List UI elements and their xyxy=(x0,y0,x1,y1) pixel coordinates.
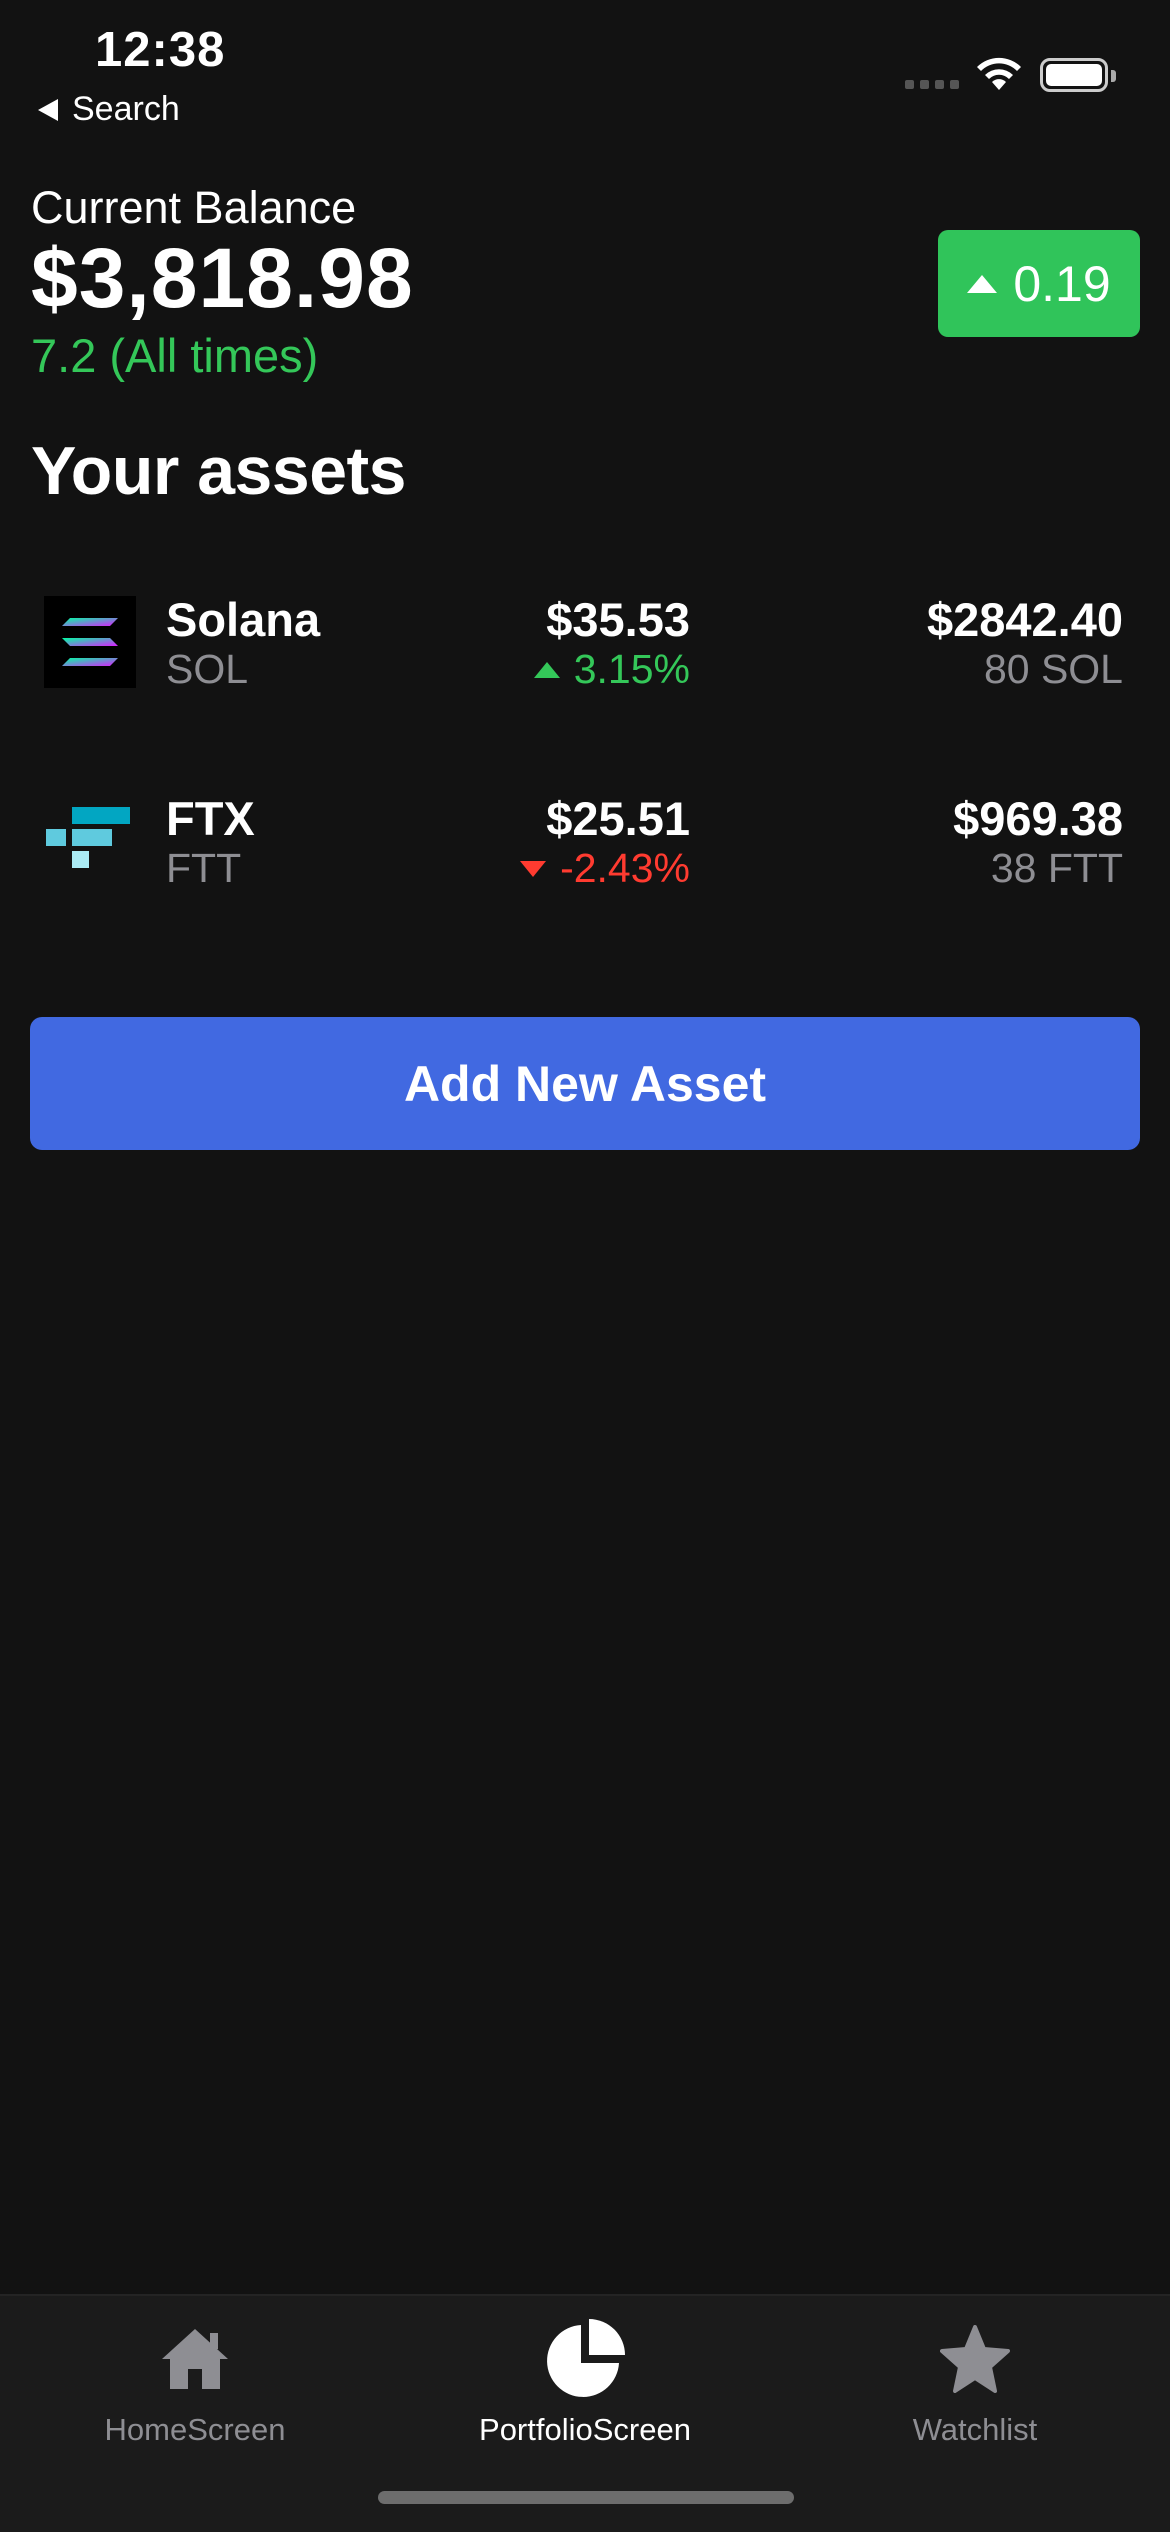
all-time-change: 7.2 (All times) xyxy=(31,329,319,382)
cellular-signal-icon xyxy=(905,80,959,89)
home-indicator[interactable] xyxy=(378,2491,794,2504)
balance-change-badge: 0.19 xyxy=(938,230,1140,337)
asset-name: Solana xyxy=(166,593,321,646)
add-new-asset-button[interactable]: Add New Asset xyxy=(30,1017,1140,1150)
arrow-down-icon xyxy=(520,860,547,877)
asset-change-value: 3.15% xyxy=(573,646,690,692)
tab-label: HomeScreen xyxy=(104,2412,286,2447)
asset-quantity: 80 SOL xyxy=(983,646,1123,692)
asset-change: -2.43% xyxy=(520,845,690,892)
asset-quantity: 38 FTT xyxy=(990,845,1123,891)
wifi-icon xyxy=(977,57,1021,90)
asset-row-ftx[interactable]: FTX FTT $25.51 -2.43% $969.38 38 FTT xyxy=(0,791,1170,911)
balance-change-badge-value: 0.19 xyxy=(1013,255,1111,312)
tab-watchlist[interactable]: Watchlist xyxy=(780,2296,1170,2466)
current-balance-value: $3,818.98 xyxy=(31,231,414,325)
current-balance-label: Current Balance xyxy=(31,182,357,233)
back-link-label: Search xyxy=(72,90,180,128)
back-arrow-icon xyxy=(38,98,58,121)
assets-section-title: Your assets xyxy=(31,433,406,509)
asset-price: $35.53 xyxy=(546,593,690,646)
back-to-search-link[interactable]: Search xyxy=(38,90,180,129)
status-time: 12:38 xyxy=(95,23,226,77)
asset-symbol: SOL xyxy=(166,646,249,692)
home-icon xyxy=(162,2329,228,2389)
asset-change-value: -2.43% xyxy=(560,845,690,891)
arrow-up-icon xyxy=(967,274,998,293)
star-icon xyxy=(940,2325,1010,2393)
battery-icon xyxy=(1040,58,1116,92)
tab-label: Watchlist xyxy=(912,2412,1038,2447)
asset-name: FTX xyxy=(166,792,255,845)
solana-logo-icon xyxy=(44,596,136,688)
tab-portfolio[interactable]: PortfolioScreen xyxy=(390,2296,780,2466)
asset-symbol: FTT xyxy=(166,845,242,891)
asset-change: 3.15% xyxy=(533,646,690,693)
tab-home[interactable]: HomeScreen xyxy=(0,2296,390,2466)
asset-price: $25.51 xyxy=(546,792,690,845)
ftx-logo-icon xyxy=(46,807,130,868)
pie-chart-icon xyxy=(547,2319,625,2397)
asset-holding-value: $969.38 xyxy=(953,792,1123,845)
arrow-up-icon xyxy=(533,661,560,678)
portfolio-screen: 12:38 Search Current Balance $3,818.98 7… xyxy=(0,0,1170,2532)
tab-label: PortfolioScreen xyxy=(479,2412,691,2447)
asset-holding-value: $2842.40 xyxy=(926,593,1123,646)
asset-row-solana[interactable]: Solana SOL $35.53 3.15% $2842.40 80 SOL xyxy=(0,592,1170,712)
